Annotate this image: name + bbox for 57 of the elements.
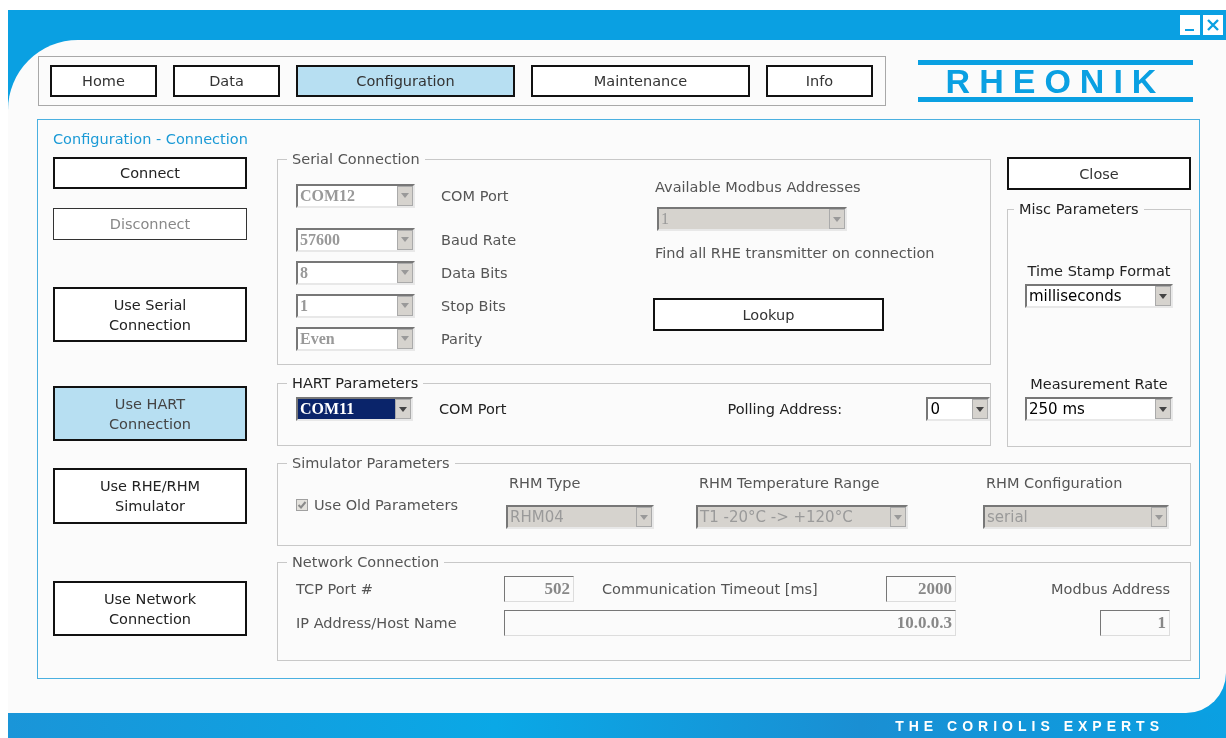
caret-icon xyxy=(894,514,902,520)
caret-icon xyxy=(401,270,409,275)
field-label: Stop Bits xyxy=(441,297,506,314)
field-label: Parity xyxy=(441,330,483,347)
lookup-button[interactable]: Lookup xyxy=(653,298,884,331)
dropdown[interactable]: COM11 xyxy=(296,397,413,421)
field-label: Polling Address: xyxy=(727,401,844,417)
dropdown[interactable]: milliseconds xyxy=(1025,284,1173,308)
caret-icon xyxy=(1155,514,1163,520)
field-label: Modbus Address xyxy=(1051,581,1170,597)
caret-icon xyxy=(399,406,407,412)
group-title: Misc Parameters xyxy=(1018,201,1140,217)
side-button[interactable]: Use Serial Connection xyxy=(53,287,247,342)
panel-title: Configuration - Connection xyxy=(53,131,249,149)
info-text: Find all RHE transmitter on connection xyxy=(655,245,935,261)
field-label: RHM Configuration xyxy=(986,475,1124,491)
field-label: TCP Port # xyxy=(296,581,374,597)
caret-icon xyxy=(401,303,409,308)
group-title: Serial Connection xyxy=(291,151,421,167)
side-button[interactable]: Use RHE/RHM Simulator xyxy=(53,468,247,524)
nav-tab[interactable]: Info xyxy=(766,65,873,97)
close-button[interactable]: Close xyxy=(1007,157,1191,190)
close-icon[interactable] xyxy=(1203,15,1223,35)
side-button[interactable]: Use HART Connection xyxy=(53,386,247,441)
logo: RHEONIK xyxy=(918,60,1193,102)
nav-tab[interactable]: Configuration xyxy=(296,65,515,97)
field-label: Data Bits xyxy=(441,264,508,281)
minimize-icon[interactable] xyxy=(1180,15,1200,35)
caret-icon xyxy=(1159,406,1167,412)
field-label: Available Modbus Addresses xyxy=(655,179,861,195)
group-title: HART Parameters xyxy=(291,375,420,391)
field-label: COM Port xyxy=(439,401,507,417)
field-label: Measurement Rate xyxy=(1030,376,1168,392)
caret-icon xyxy=(401,193,409,198)
caret-icon xyxy=(1159,293,1167,299)
tagline: THE CORIOLIS EXPERTS xyxy=(895,717,1164,734)
nav-tab[interactable]: Data xyxy=(173,65,280,97)
caret-icon xyxy=(833,216,841,222)
nav-tab[interactable]: Home xyxy=(50,65,157,97)
field-label: RHM Temperature Range xyxy=(699,475,881,491)
dropdown[interactable]: 250 ms xyxy=(1025,397,1173,421)
dropdown[interactable]: 0 xyxy=(926,397,990,421)
field-label: Baud Rate xyxy=(441,231,517,248)
side-button[interactable]: Use Network Connection xyxy=(53,581,247,636)
field-label: Communication Timeout [ms] xyxy=(601,581,819,597)
caret-icon xyxy=(640,514,648,520)
group-title: Simulator Parameters xyxy=(291,455,451,471)
field-label: COM Port xyxy=(441,187,509,204)
caret-icon xyxy=(401,237,409,242)
group-title: Network Connection xyxy=(291,554,441,570)
side-button[interactable]: Connect xyxy=(53,157,247,189)
field-label: RHM Type xyxy=(509,475,582,491)
field-label: Time Stamp Format xyxy=(1027,263,1171,279)
nav-tab[interactable]: Maintenance xyxy=(531,65,750,97)
field-label: IP Address/Host Name xyxy=(296,615,458,631)
caret-icon xyxy=(976,406,984,412)
caret-icon xyxy=(401,336,409,341)
